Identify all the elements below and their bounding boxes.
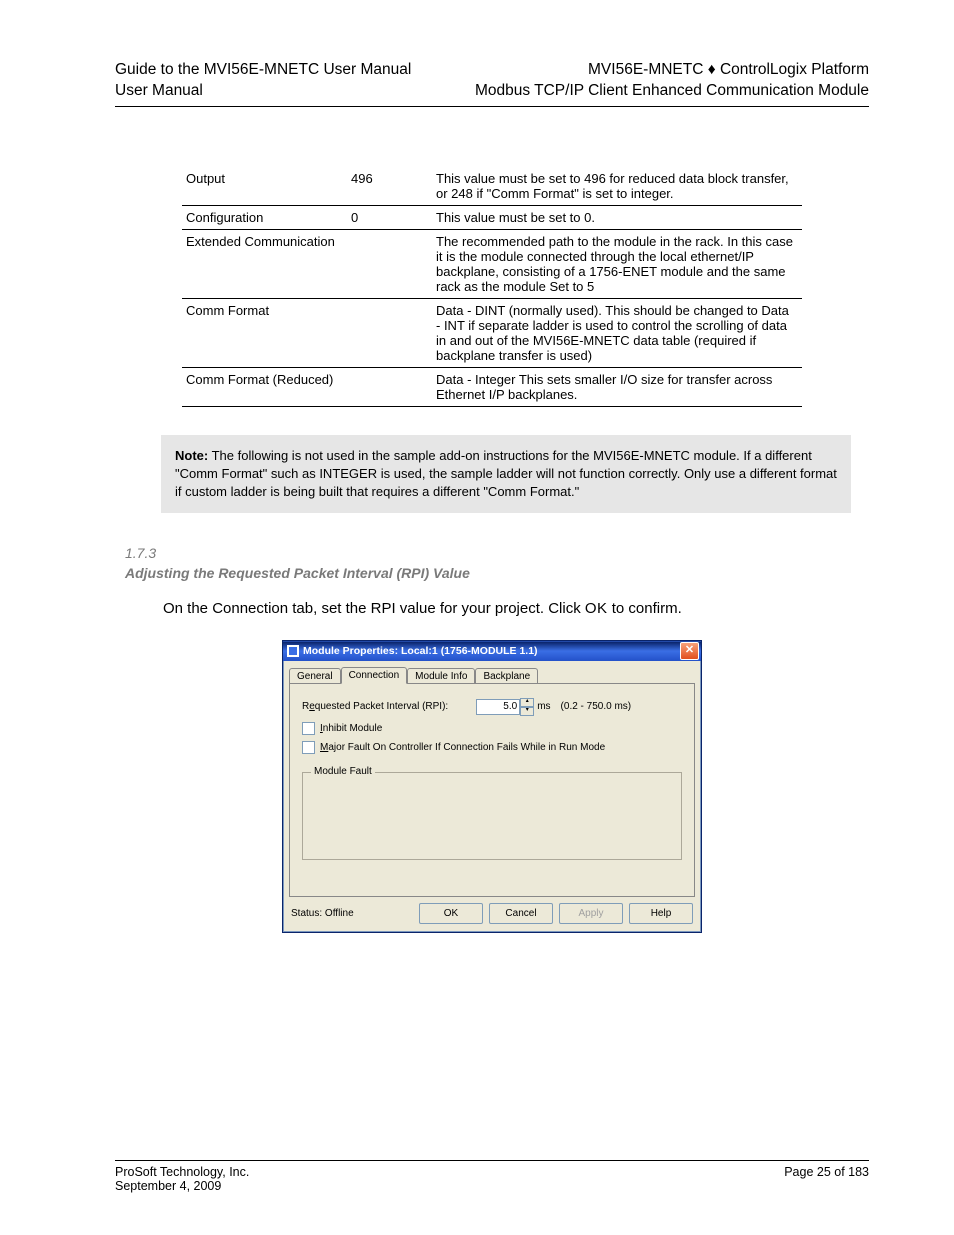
inhibit-row: Inhibit Module — [302, 722, 682, 735]
param-table: Output496This value must be set to 496 f… — [182, 167, 802, 407]
cell-desc: This value must be set to 0. — [432, 205, 802, 229]
cell-desc: Data - Integer This sets smaller I/O siz… — [432, 367, 802, 406]
cell-desc: Data - DINT (normally used). This should… — [432, 298, 802, 367]
module-fault-legend: Module Fault — [311, 766, 375, 777]
status-text: Status: Offline — [291, 908, 354, 919]
tab-general[interactable]: General — [289, 668, 341, 684]
note-text: The following is not used in the sample … — [175, 448, 837, 499]
table-row: Configuration0This value must be set to … — [182, 205, 802, 229]
rpi-label: Requested Packet Interval (RPI): — [302, 701, 448, 712]
cell-name: Extended Communication — [182, 229, 347, 298]
rpi-range: (0.2 - 750.0 ms) — [561, 701, 632, 712]
cell-name: Comm Format (Reduced) — [182, 367, 347, 406]
apply-button[interactable]: Apply — [559, 903, 623, 924]
cell-value — [347, 229, 432, 298]
header-right-line2: Modbus TCP/IP Client Enhanced Communicat… — [475, 81, 869, 102]
majorfault-row: Major Fault On Controller If Connection … — [302, 741, 682, 754]
rpi-unit: ms — [537, 701, 550, 712]
section-number: 1.7.3 — [125, 545, 869, 561]
tab-connection[interactable]: Connection — [341, 667, 408, 684]
body-paragraph: On the Connection tab, set the RPI value… — [163, 599, 803, 619]
header-left-line1: Guide to the MVI56E-MNETC User Manual — [115, 60, 411, 81]
table-row: Extended Communication The recommended pa… — [182, 229, 802, 298]
dialog-title: Module Properties: Local:1 (1756-MODULE … — [303, 645, 538, 657]
footer-right: Page 25 of 183 — [784, 1165, 869, 1193]
header-left: Guide to the MVI56E-MNETC User Manual Us… — [115, 60, 411, 102]
module-fault-group: Module Fault — [302, 772, 682, 860]
table-row: Comm Format Data - DINT (normally used). … — [182, 298, 802, 367]
inhibit-checkbox[interactable] — [302, 722, 315, 735]
section-title: Adjusting the Requested Packet Interval … — [125, 565, 869, 581]
cell-name: Comm Format — [182, 298, 347, 367]
ok-ref: OK — [585, 600, 608, 617]
tab-strip: General Connection Module Info Backplane — [289, 667, 701, 683]
module-properties-dialog: Module Properties: Local:1 (1756-MODULE … — [282, 640, 702, 933]
inhibit-label: Inhibit Module — [320, 723, 382, 734]
majorfault-checkbox[interactable] — [302, 741, 315, 754]
table-row: Output496This value must be set to 496 f… — [182, 167, 802, 206]
table-row: Comm Format (Reduced) Data - Integer This… — [182, 367, 802, 406]
header-right-line1: MVI56E-MNETC ♦ ControlLogix Platform — [475, 60, 869, 81]
tab-body: Requested Packet Interval (RPI): ▴▾ ms (… — [289, 683, 695, 897]
spin-down-icon[interactable]: ▾ — [520, 707, 534, 716]
note-label: Note: — [175, 448, 208, 463]
cancel-button[interactable]: Cancel — [489, 903, 553, 924]
ok-button[interactable]: OK — [419, 903, 483, 924]
header-left-line2: User Manual — [115, 81, 411, 102]
page-header: Guide to the MVI56E-MNETC User Manual Us… — [115, 60, 869, 107]
close-icon[interactable]: ✕ — [680, 642, 699, 660]
app-icon — [287, 645, 299, 657]
note-block: Note: The following is not used in the s… — [161, 435, 851, 514]
dialog-button-row: Status: Offline OK Cancel Apply Help — [291, 903, 693, 924]
rpi-row: Requested Packet Interval (RPI): ▴▾ ms (… — [302, 698, 682, 716]
help-button[interactable]: Help — [629, 903, 693, 924]
cell-desc: The recommended path to the module in th… — [432, 229, 802, 298]
footer-company: ProSoft Technology, Inc. — [115, 1165, 249, 1179]
header-right: MVI56E-MNETC ♦ ControlLogix Platform Mod… — [475, 60, 869, 102]
dialog-titlebar[interactable]: Module Properties: Local:1 (1756-MODULE … — [283, 641, 701, 661]
page-footer: ProSoft Technology, Inc. September 4, 20… — [115, 1160, 869, 1193]
tab-backplane[interactable]: Backplane — [475, 668, 538, 684]
cell-value: 496 — [347, 167, 432, 206]
spin-up-icon[interactable]: ▴ — [520, 698, 534, 707]
tab-module-info[interactable]: Module Info — [407, 668, 475, 684]
cell-value: 0 — [347, 205, 432, 229]
majorfault-label: Major Fault On Controller If Connection … — [320, 742, 605, 753]
spin-buttons[interactable]: ▴▾ — [520, 698, 534, 716]
cell-desc: This value must be set to 496 for reduce… — [432, 167, 802, 206]
cell-name: Output — [182, 167, 347, 206]
rpi-spinner[interactable]: ▴▾ — [476, 698, 534, 716]
footer-date: September 4, 2009 — [115, 1179, 249, 1193]
footer-left: ProSoft Technology, Inc. September 4, 20… — [115, 1165, 249, 1193]
rpi-input[interactable] — [476, 699, 520, 715]
cell-name: Configuration — [182, 205, 347, 229]
cell-value — [347, 367, 432, 406]
cell-value — [347, 298, 432, 367]
